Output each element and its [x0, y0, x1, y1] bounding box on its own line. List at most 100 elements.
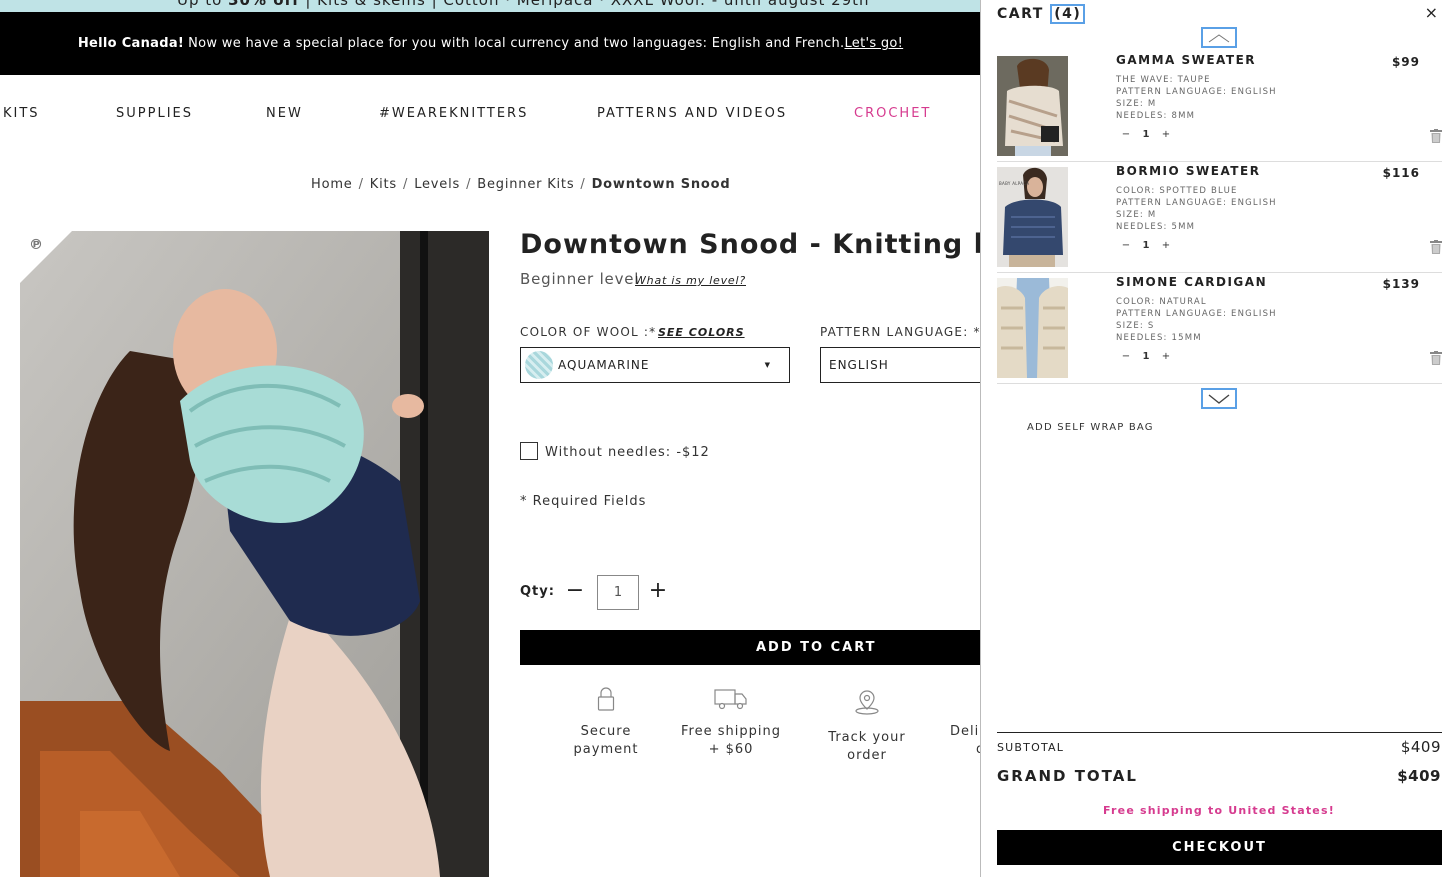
cart-item-price: $99 — [1391, 55, 1420, 69]
color-select-value: AQUAMARINE — [558, 358, 650, 372]
totals-divider — [997, 732, 1442, 733]
qty-input[interactable]: 1 — [597, 575, 639, 610]
trash-icon-svg — [1430, 240, 1442, 254]
cart-item-option: NEEDLES: 15MM — [1116, 333, 1202, 343]
cart-item-qty-increase[interactable]: + — [1156, 129, 1176, 140]
lock-icon — [597, 687, 615, 711]
cart-item-name[interactable]: BORMIO SWEATER — [1116, 164, 1260, 178]
product-level: Beginner level — [520, 270, 640, 288]
cart-item-qty: −1 + — [1116, 129, 1176, 140]
pattern-language-select[interactable]: ENGLISH — [820, 347, 981, 383]
checkout-button[interactable]: CHECKOUT — [997, 830, 1442, 865]
cart-item-option: PATTERN LANGUAGE: ENGLISH — [1116, 309, 1277, 319]
nav-item-supplies[interactable]: SUPPLIES — [116, 106, 193, 121]
lets-go-link[interactable]: Let's go! — [844, 36, 903, 51]
cart-item-option: NEEDLES: 8MM — [1116, 111, 1196, 121]
qty-increase-button[interactable]: + — [648, 580, 668, 602]
trash-icon[interactable] — [1430, 239, 1442, 258]
product-title: Downtown Snood - Knitting kit — [520, 229, 1017, 260]
breadcrumb: Home / Kits / Levels / Beginner Kits / Downtown … — [311, 177, 731, 192]
caret-down-icon: ▼ — [764, 361, 771, 369]
pattern-language-label: PATTERN LANGUAGE: * — [820, 325, 981, 339]
nav-item-new[interactable]: NEW — [266, 106, 303, 121]
cart-item-price: $116 — [1382, 166, 1420, 180]
cart-title-label: CART — [997, 6, 1044, 22]
add-self-wrap-bag-link[interactable]: ADD SELF WRAP BAG — [1027, 422, 1154, 433]
color-select[interactable]: AQUAMARINE ▼ — [520, 347, 790, 383]
chevron-up-icon — [1208, 33, 1230, 42]
cart-item-qty-increase[interactable]: + — [1156, 240, 1176, 251]
trash-icon[interactable] — [1430, 350, 1442, 369]
cart-item-name[interactable]: GAMMA SWEATER — [1116, 53, 1256, 67]
cart-item-qty-value: 1 — [1142, 240, 1150, 251]
cart-item-qty-value: 1 — [1142, 351, 1150, 362]
promo-strip: Up to 30% off | Kits & skeins | Cotton ·… — [0, 0, 981, 12]
feature-delivery-line1: Deli — [950, 724, 980, 739]
cart-count-badge: (4) — [1050, 4, 1086, 24]
feature-secure-payment-line1: Secure — [580, 724, 632, 739]
scroll-down-button[interactable] — [1201, 388, 1237, 409]
breadcrumb-levels[interactable]: Levels — [414, 177, 460, 192]
feature-secure-payment-line2: payment — [573, 742, 639, 757]
cart-item-option: THE WAVE: TAUPE — [1116, 75, 1211, 85]
cart-panel: CART (4) × GAMMA SWEATER THE WAVE: TAUPE… — [980, 0, 1456, 877]
nav-item-kits[interactable]: KITS — [3, 106, 40, 121]
feature-free-shipping: Free shipping + $60 — [681, 687, 781, 759]
cart-item-name[interactable]: SIMONE CARDIGAN — [1116, 275, 1267, 289]
hello-greeting: Hello Canada! — [77, 36, 185, 51]
cart-item-qty-decrease[interactable]: − — [1116, 129, 1136, 140]
nav-item-weareknitters[interactable]: #WEAREKNITTERS — [379, 106, 528, 121]
grand-total-value: $409 — [1397, 767, 1441, 785]
feature-track-order-line1: Track your — [828, 730, 906, 745]
without-needles-checkbox[interactable] — [520, 442, 538, 460]
trash-icon-svg — [1430, 129, 1442, 143]
feature-track-order-line2: order — [847, 748, 887, 763]
cart-item-qty-decrease[interactable]: − — [1116, 351, 1136, 362]
cart-item-option: PATTERN LANGUAGE: ENGLISH — [1116, 87, 1277, 97]
nav-item-patterns-and-videos[interactable]: PATTERNS AND VIDEOS — [597, 106, 787, 121]
cart-item-qty-decrease[interactable]: − — [1116, 240, 1136, 251]
feature-secure-payment: Secure payment — [566, 687, 646, 759]
cart-item-thumbnail[interactable] — [997, 278, 1068, 378]
cart-item-image — [997, 278, 1068, 378]
see-colors-link[interactable]: SEE COLORS — [658, 326, 745, 339]
hello-message: Now we have a special place for you with… — [188, 36, 845, 51]
main-nav: KITS SUPPLIES NEW #WEAREKNITTERS PATTERN… — [0, 100, 981, 130]
pinterest-icon[interactable]: ℗ — [29, 237, 43, 253]
subtotal-label: SUBTOTAL — [997, 741, 1065, 754]
what-is-my-level-link[interactable]: What is my level? — [635, 274, 746, 287]
pin-corner — [20, 231, 72, 283]
chevron-down-icon — [1208, 393, 1230, 404]
product-photo[interactable]: ℗ — [20, 231, 489, 877]
nav-item-crochet[interactable]: CROCHET — [854, 106, 931, 121]
breadcrumb-beginner-kits[interactable]: Beginner Kits — [477, 177, 574, 192]
add-to-cart-button[interactable]: ADD TO CART — [520, 630, 981, 665]
cart-item-qty: −1 + — [1116, 240, 1176, 251]
breadcrumb-home[interactable]: Home — [311, 177, 353, 192]
cart-item: BABY ALPACA BORMIO SWEATER COLOR: SPOTTE… — [997, 162, 1442, 273]
qty-decrease-button[interactable]: − — [565, 580, 585, 602]
cart-item-thumbnail[interactable]: BABY ALPACA — [997, 167, 1068, 267]
cart-item-qty-increase[interactable]: + — [1156, 351, 1176, 362]
feature-delivery-line2: d — [950, 741, 980, 759]
cart-item-option: PATTERN LANGUAGE: ENGLISH — [1116, 198, 1277, 208]
cart-item-price: $139 — [1382, 277, 1420, 291]
cart-item-option: SIZE: M — [1116, 210, 1157, 220]
qty-label: Qty: — [520, 584, 555, 599]
required-fields-note: * Required Fields — [520, 494, 647, 509]
feature-delivery: Deli d — [950, 723, 980, 759]
cart-item-qty-value: 1 — [1142, 129, 1150, 140]
cart-item: SIMONE CARDIGAN COLOR: NATURAL PATTERN L… — [997, 273, 1442, 384]
cart-item: GAMMA SWEATER THE WAVE: TAUPE PATTERN LA… — [997, 51, 1442, 162]
cart-title: CART (4) — [997, 4, 1086, 24]
trash-icon[interactable] — [1430, 128, 1442, 147]
cart-item-qty: −1 + — [1116, 351, 1176, 362]
pattern-language-value: ENGLISH — [829, 358, 889, 372]
promo-text: Up to 30% off | Kits & skeins | Cotton ·… — [177, 0, 870, 9]
cart-item-thumbnail[interactable] — [997, 56, 1068, 156]
close-icon[interactable]: × — [1425, 3, 1438, 22]
location-pin-icon — [855, 690, 879, 715]
model-photo-illustration — [20, 231, 489, 877]
scroll-up-button[interactable] — [1201, 27, 1237, 48]
breadcrumb-kits[interactable]: Kits — [370, 177, 397, 192]
